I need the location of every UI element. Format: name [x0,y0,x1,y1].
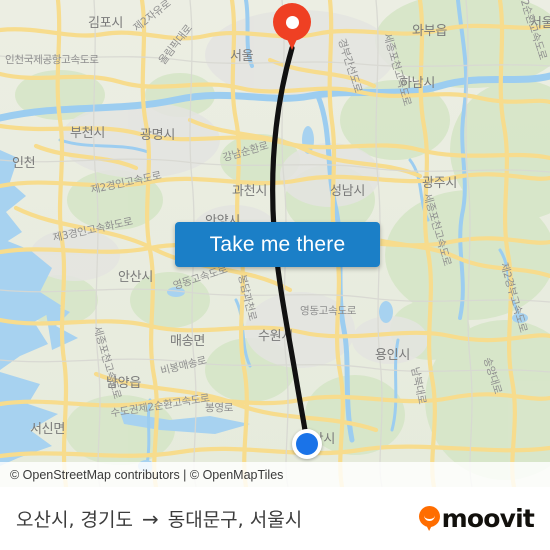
arrow-right-icon: → [141,506,159,531]
moovit-pin-icon [418,506,440,531]
moovit-smile-icon [423,513,435,521]
take-me-there-button[interactable]: Take me there [175,222,380,267]
map-attribution[interactable]: © OpenStreetMap contributors | © OpenMap… [0,462,550,487]
app-root: 김포시 제2자유로 올림픽대로 인천국제공항고속도로 서울 와부읍 서울 수도권제2순환고속도… [0,0,550,550]
origin-location-dot-inner [296,433,318,455]
map-attribution-text: © OpenStreetMap contributors | © OpenMap… [10,467,284,482]
footer-bar: 오산시, 경기도 → 동대문구, 서울시 moovit [0,487,550,550]
route-destination-label: 동대문구, 서울시 [167,509,303,531]
destination-pin-dot [285,15,299,29]
origin-location-dot[interactable] [292,429,322,459]
moovit-logo[interactable]: moovit [418,504,535,533]
route-origin-label: 오산시, 경기도 [16,509,133,531]
moovit-wordmark: moovit [441,504,535,533]
destination-pin[interactable] [273,3,311,53]
map-viewport[interactable]: 김포시 제2자유로 올림픽대로 인천국제공항고속도로 서울 와부읍 서울 수도권제2순환고속도… [0,0,550,487]
route-summary: 오산시, 경기도 → 동대문구, 서울시 [16,505,302,532]
